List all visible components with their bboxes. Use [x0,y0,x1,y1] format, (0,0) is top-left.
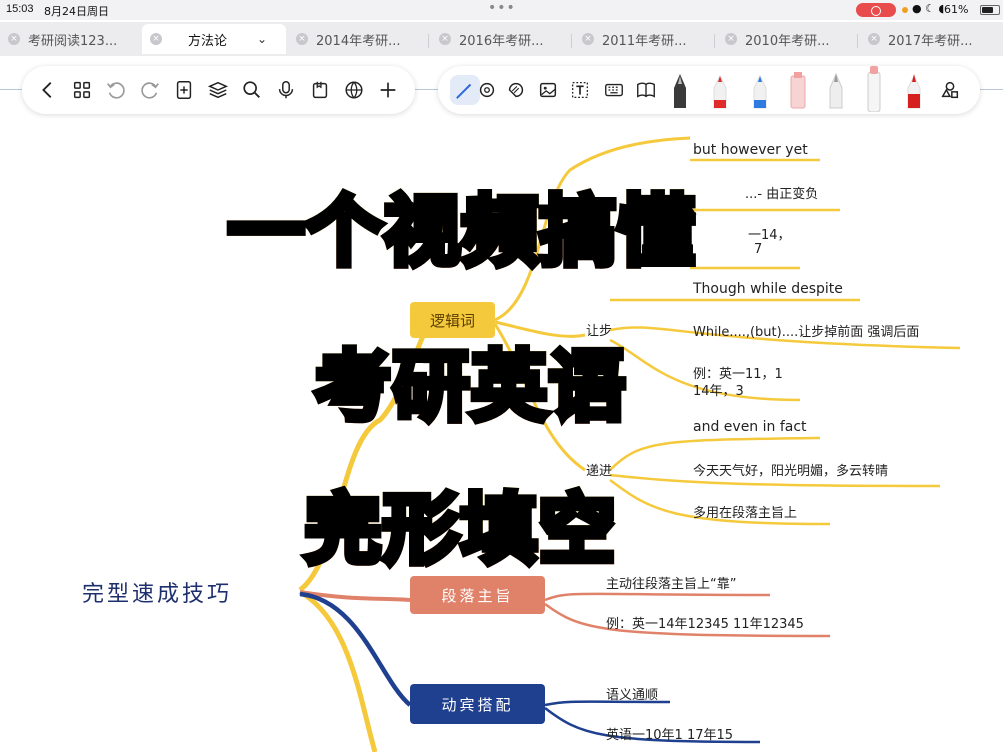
toolbar-guide-line [980,89,1003,90]
tab-1[interactable]: × 方法论 ⌄ [142,24,286,54]
tab-divider [571,34,572,48]
paragraph-item[interactable]: 主动往段落主旨上“靠” [606,573,736,592]
paragraph-item[interactable]: 例：英一14年12345 11年12345 [606,613,804,632]
verb-object-item[interactable]: 语义通顺 [606,684,658,703]
microphone-icon[interactable] [274,78,298,102]
screen-record-icon[interactable] [856,3,896,17]
toolbar-guide-line [415,89,438,90]
tab-label: 方法论 [188,33,228,49]
logic-item[interactable]: 多用在段落主旨上 [693,502,797,521]
tab-3[interactable]: × 2016年考研... [431,24,571,54]
logic-item[interactable]: 7 [754,242,762,257]
search-icon[interactable] [240,78,264,102]
logic-item[interactable]: 14年，3 [693,380,744,399]
status-bar: 15:03 8月24日周日 ••• ● ☾ ◖ 61% [0,0,1003,20]
fountain-pen-icon[interactable] [668,70,692,110]
tab-0[interactable]: × 考研阅读123... [0,24,140,54]
close-tab-icon[interactable]: × [8,33,20,45]
tab-label: 2011年考研... [602,33,687,49]
logic-item[interactable]: 今天天气好，阳光明媚，多云转晴 [693,460,888,479]
verb-object-node-label: 动宾搭配 [441,695,514,714]
battery-icon [980,5,1000,15]
wifi-moon-icons: ● ☾ ◖ [912,2,945,15]
pencil-icon[interactable] [824,70,848,110]
grid-icon[interactable] [70,78,94,102]
verb-object-node[interactable]: 动宾搭配 [410,684,545,724]
tab-2[interactable]: × 2014年考研... [288,24,428,54]
mindmap-root[interactable]: 完型速成技巧 [82,576,232,608]
bookmark-icon[interactable] [308,78,332,102]
book-icon[interactable] [634,78,658,102]
verb-object-item[interactable]: 英语一10年1 17年15 [606,724,733,743]
logic-item[interactable]: ...- 由正变负 [745,183,818,202]
tab-divider [857,34,858,48]
blue-marker-icon[interactable] [748,70,772,110]
overlay-title-line-1: 一个视频搞懂 [225,170,698,280]
close-tab-icon[interactable]: × [150,33,162,45]
tab-4[interactable]: × 2011年考研... [574,24,714,54]
keyboard-icon[interactable] [602,78,626,102]
back-icon[interactable] [36,78,60,102]
tab-divider [714,34,715,48]
status-time: 15:03 [6,3,34,15]
add-page-icon[interactable] [172,78,196,102]
white-marker-icon[interactable] [862,66,886,112]
sticker-icon[interactable] [504,78,528,102]
lasso-icon[interactable] [475,78,499,102]
paragraph-node[interactable]: 段落主旨 [410,576,545,614]
status-date: 8月24日周日 [44,5,109,18]
red-pen-icon[interactable] [902,70,926,110]
close-tab-icon[interactable]: × [439,33,451,45]
tab-label: 考研阅读123... [28,33,118,49]
close-tab-icon[interactable]: × [296,33,308,45]
paragraph-node-label: 段落主旨 [441,586,514,605]
logic-item[interactable]: 一14， [748,224,791,243]
pen-toolbar [438,66,980,114]
tab-bar: × 考研阅读123... × 方法论 ⌄ × 2014年考研... × 2016… [0,22,1003,56]
main-toolbar [22,66,415,114]
tab-6[interactable]: × 2017年考研... [860,24,1003,54]
close-tab-icon[interactable]: × [725,33,737,45]
logic-item[interactable]: Though while despite [693,281,843,297]
logic-item[interactable]: but however yet [693,142,808,158]
close-tab-icon[interactable]: × [582,33,594,45]
tab-label: 2014年考研... [316,33,401,49]
globe-icon[interactable] [342,78,366,102]
tab-label: 2017年考研... [888,33,973,49]
mic-indicator-icon [902,7,908,13]
pen-icon[interactable] [453,78,477,102]
overlay-title-line-3: 完形填空 [302,468,619,578]
chevron-down-icon[interactable]: ⌄ [257,32,267,46]
tab-label: 2016年考研... [459,33,544,49]
text-box-icon[interactable] [568,78,592,102]
logic-item[interactable]: While....,(but)....让步掉前面 强调后面 [693,321,919,340]
tab-label: 2010年考研... [745,33,830,49]
overlay-title-line-2: 考研英语 [312,325,629,435]
multitask-dots-icon[interactable]: ••• [488,0,516,16]
tab-divider [428,34,429,48]
redo-icon[interactable] [138,78,162,102]
battery-percent: 61% [944,3,969,16]
layers-icon[interactable] [206,78,230,102]
undo-icon[interactable] [104,78,128,102]
pink-highlighter-icon[interactable] [786,70,810,110]
close-tab-icon[interactable]: × [868,33,880,45]
toolbar-guide-line [0,89,22,90]
tab-5[interactable]: × 2010年考研... [717,24,857,54]
red-marker-icon[interactable] [708,70,732,110]
plus-icon[interactable] [376,78,400,102]
image-icon[interactable] [536,78,560,102]
logic-item[interactable]: and even in fact [693,419,807,435]
shapes-icon[interactable] [938,78,962,102]
